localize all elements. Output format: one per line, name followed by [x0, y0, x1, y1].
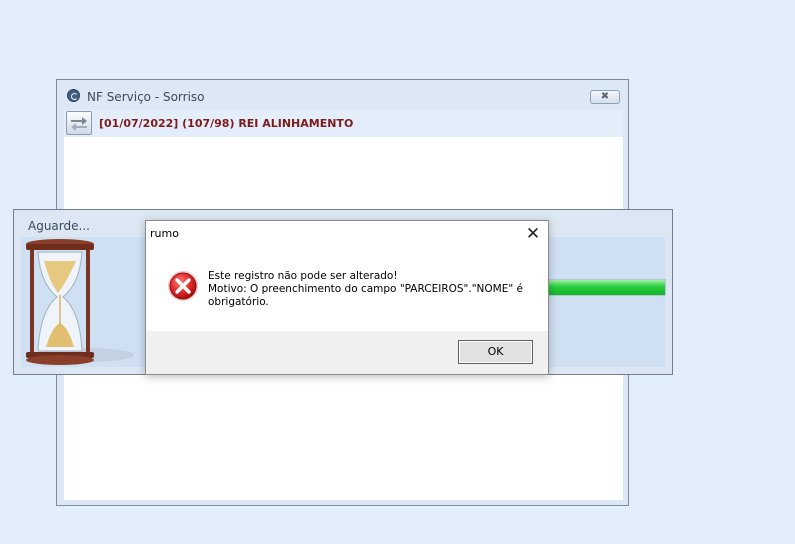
message-line-1: Este registro não pode ser alterado! [208, 270, 398, 282]
nf-servico-toolbar: [01/07/2022] (107/98) REI ALINHAMENTO [64, 110, 623, 137]
wait-title: Aguarde... [28, 219, 90, 233]
progress-bar [547, 279, 666, 296]
ok-button[interactable]: OK [458, 340, 533, 364]
record-label: [01/07/2022] (107/98) REI ALINHAMENTO [99, 117, 354, 130]
error-dialog: rumo ✕ Este registro não pode ser altera… [145, 220, 549, 375]
message-line-3: obrigatório. [208, 296, 269, 308]
swap-arrows-icon [71, 117, 87, 131]
nf-servico-title: NF Serviço - Sorriso [87, 90, 205, 104]
nf-servico-titlebar[interactable]: NF Serviço - Sorriso ✖ [57, 80, 628, 110]
progress-fill [548, 280, 665, 295]
dialog-close-button[interactable]: ✕ [524, 225, 542, 243]
message-line-2: Motivo: O preenchimento do campo "PARCEI… [208, 283, 523, 295]
error-icon [168, 271, 198, 301]
swap-button[interactable] [66, 111, 92, 135]
close-button[interactable]: ✖ [590, 90, 620, 104]
app-logo-icon [67, 89, 80, 102]
dialog-footer: OK [146, 331, 548, 374]
hourglass-icon [26, 239, 134, 365]
dialog-message: Este registro não pode ser alterado! Mot… [208, 270, 538, 309]
dialog-title: rumo [150, 227, 179, 240]
